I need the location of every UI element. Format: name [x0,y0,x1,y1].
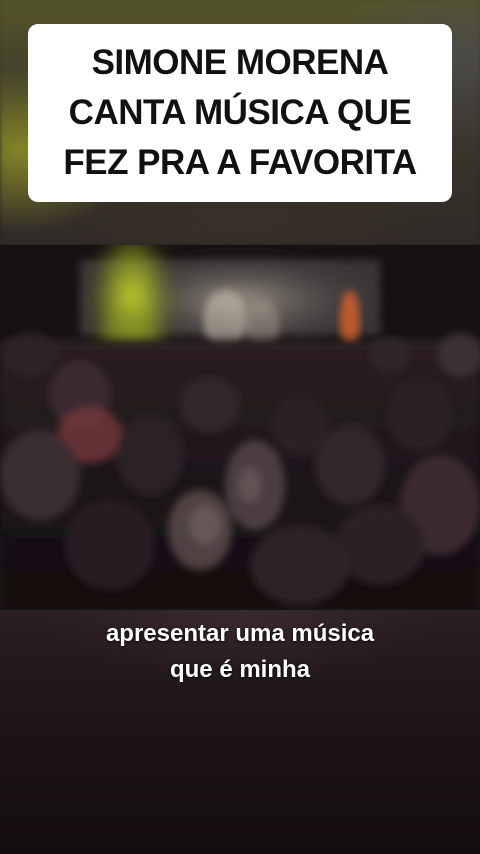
caption-line-2: que é minha [169,656,311,683]
caption-line-1: apresentar uma música [105,620,375,647]
title-card: SIMONE MORENA CANTA MÚSICA QUE FEZ PRA A… [28,24,452,202]
title-line-2: CANTA MÚSICA QUE [68,93,412,132]
title-line-3: FEZ PRA A FAVORITA [63,143,417,182]
subtitle-caption: apresentar uma música que é minha [0,616,480,688]
crowd-scene-image [0,245,480,610]
title-line-1: SIMONE MORENA [91,43,389,82]
video-frame: SIMONE MORENA CANTA MÚSICA QUE FEZ PRA A… [0,0,480,854]
concert-video[interactable] [0,245,480,610]
